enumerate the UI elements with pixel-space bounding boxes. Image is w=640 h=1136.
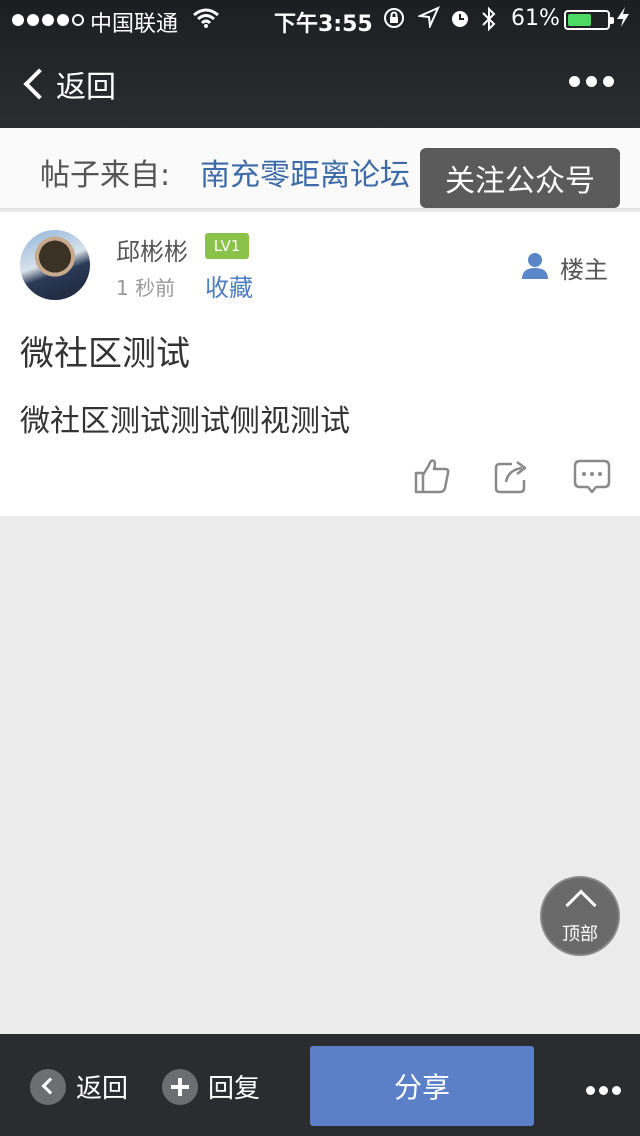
location-icon (416, 6, 440, 33)
top-header: 中国联通 下午3:55 61% 返回 (0, 0, 640, 128)
signal-strength-icon (12, 14, 84, 26)
bottom-back-label: 返回 (76, 1074, 129, 1104)
more-button[interactable] (569, 76, 614, 87)
status-bar: 中国联通 下午3:55 61% (0, 0, 640, 40)
more-dots-icon (586, 1086, 595, 1095)
forum-link[interactable]: 南充零距离论坛 (200, 150, 410, 194)
bottom-toolbar: 返回 回复 分享 (0, 1034, 640, 1136)
reply-button[interactable]: 回复 (162, 1068, 260, 1105)
back-label: 返回 (56, 70, 116, 105)
wifi-icon (193, 8, 219, 34)
back-button[interactable]: 返回 (18, 62, 116, 106)
bottom-more-button[interactable] (586, 1086, 621, 1095)
charging-icon (616, 6, 630, 33)
person-icon (520, 252, 550, 284)
carrier-name: 中国联通 (90, 12, 179, 37)
op-label: 楼主 (560, 256, 608, 284)
share-icon (492, 461, 532, 500)
comment-icon (572, 459, 612, 500)
source-prefix: 帖子来自: (40, 158, 171, 193)
avatar[interactable] (20, 230, 90, 300)
battery-percent: 61% (511, 6, 560, 31)
level-badge: LV1 (205, 233, 249, 259)
battery-icon (564, 10, 614, 30)
comment-button[interactable] (572, 456, 612, 496)
chevron-left-icon (23, 68, 55, 100)
reply-label: 回复 (208, 1074, 261, 1104)
like-icon (412, 459, 452, 500)
more-dots-icon (569, 76, 580, 87)
author-name[interactable]: 邱彬彬 (116, 232, 188, 267)
post-body: 微社区测试测试侧视测试 (20, 404, 350, 439)
follow-official-account-button[interactable]: 关注公众号 (420, 148, 620, 208)
like-button[interactable] (412, 456, 452, 496)
alarm-icon (449, 6, 471, 35)
plus-circle-icon (162, 1068, 198, 1105)
clock: 下午3:55 (274, 12, 373, 37)
favorite-link[interactable]: 收藏 (205, 268, 253, 303)
back-to-top-label: 顶部 (562, 924, 598, 945)
rotation-lock-icon (382, 6, 406, 35)
post-card: 邱彬彬 LV1 1 秒前 收藏 楼主 微社区测试 微社区测试测试侧视测试 (0, 212, 640, 516)
chevron-left-circle-icon (30, 1068, 66, 1105)
bottom-back-button[interactable]: 返回 (30, 1068, 128, 1105)
share-button[interactable]: 分享 (310, 1046, 534, 1126)
post-title: 微社区测试 (20, 334, 190, 374)
chevron-up-icon (565, 889, 597, 921)
original-poster-tag: 楼主 (520, 250, 608, 285)
post-time: 1 秒前 (116, 276, 176, 300)
back-to-top-button[interactable]: 顶部 (540, 876, 620, 956)
bluetooth-icon (480, 6, 498, 37)
share-post-button[interactable] (492, 456, 532, 496)
